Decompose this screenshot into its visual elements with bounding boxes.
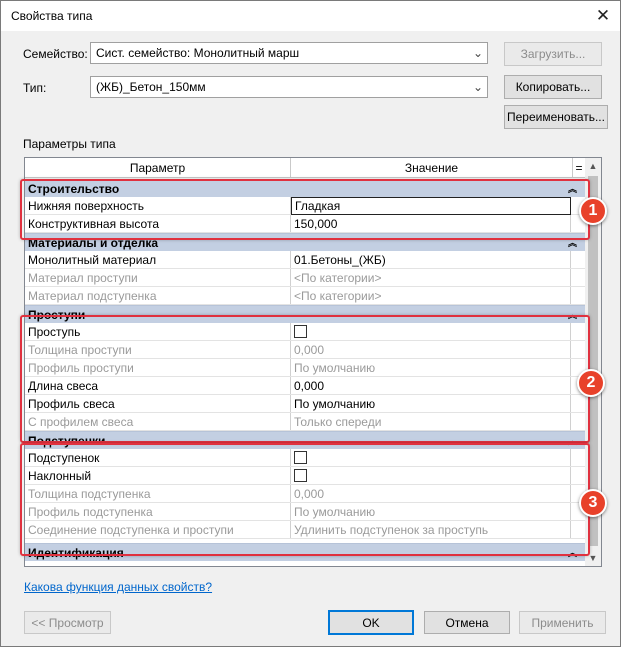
type-value: (ЖБ)_Бетон_150мм [96,80,206,94]
apply-button[interactable]: Применить [519,611,606,634]
close-icon[interactable]: ✕ [586,1,620,31]
callout-badge-2: 2 [577,369,605,397]
preview-button[interactable]: << Просмотр [24,611,111,634]
help-link[interactable]: Какова функция данных свойств? [24,580,212,594]
param-value: <По категории> [291,269,571,286]
type-properties-dialog: Свойства типа ✕ Семейство: Сист. семейст… [0,0,621,647]
load-button[interactable]: Загрузить... [504,42,602,66]
type-combobox[interactable]: (ЖБ)_Бетон_150мм ⌄ [90,76,488,98]
scroll-up-icon[interactable]: ▲ [585,158,601,174]
table-row[interactable]: Материал проступи <По категории> [25,269,585,287]
rename-button[interactable]: Переименовать... [504,105,608,129]
param-name: Материал подступенка [25,287,291,304]
param-name: Материал проступи [25,269,291,286]
grid-header: Параметр Значение = [25,158,585,178]
highlight-frame-2 [20,315,590,443]
highlight-frame-3 [20,443,590,556]
family-value: Сист. семейство: Монолитный марш [96,46,300,60]
column-header-value[interactable]: Значение [291,158,573,177]
callout-badge-3: 3 [579,489,607,517]
table-row[interactable]: Монолитный материал 01.Бетоны_(ЖБ) [25,251,585,269]
param-value[interactable]: 01.Бетоны_(ЖБ) [291,251,571,268]
family-combobox[interactable]: Сист. семейство: Монолитный марш ⌄ [90,42,488,64]
column-header-formula[interactable]: = [573,158,585,177]
param-value: <По категории> [291,287,571,304]
ok-button[interactable]: OK [328,610,414,635]
title-bar: Свойства типа ✕ [1,1,620,31]
chevron-down-icon[interactable]: ⌄ [469,77,487,97]
param-name: Монолитный материал [25,251,291,268]
type-parameters-label: Параметры типа [23,137,116,151]
chevron-down-icon[interactable]: ⌄ [469,43,487,63]
window-title: Свойства типа [11,9,93,23]
type-label: Тип: [23,81,47,95]
column-header-parameter[interactable]: Параметр [25,158,291,177]
callout-badge-1: 1 [579,197,607,225]
table-row[interactable]: Материал подступенка <По категории> [25,287,585,305]
family-label: Семейство: [23,47,88,61]
cancel-button[interactable]: Отмена [424,611,510,634]
highlight-frame-1 [20,179,590,240]
copy-button[interactable]: Копировать... [504,75,602,99]
